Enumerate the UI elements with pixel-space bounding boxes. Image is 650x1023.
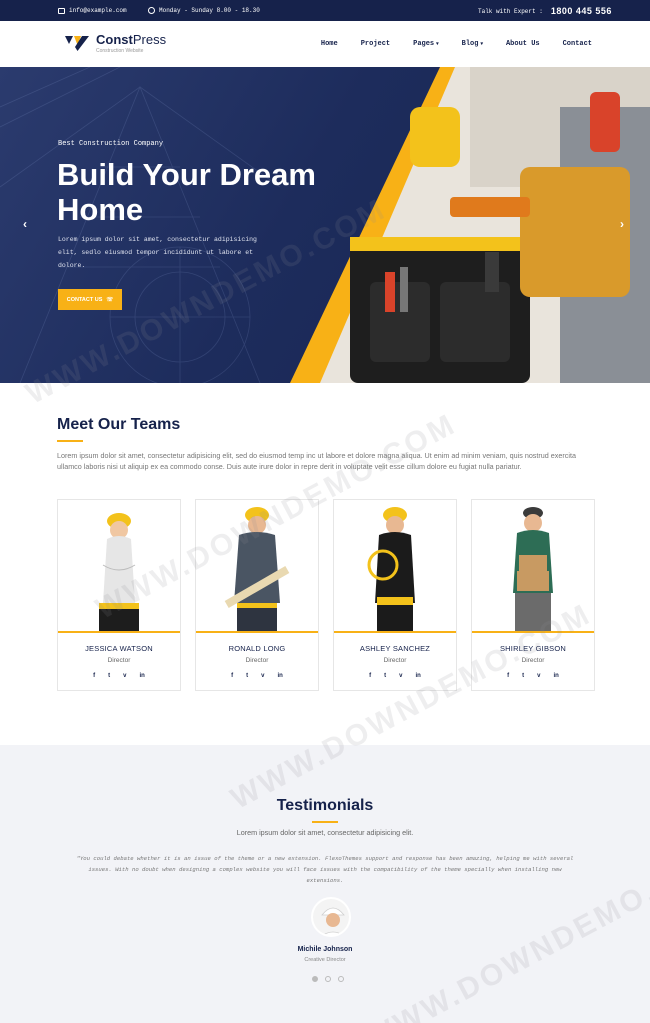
team-member-name: JESSICA WATSON <box>85 644 153 653</box>
testimonial-avatar <box>311 897 351 937</box>
testimonials-subtitle: Lorem ipsum dolor sit amet, consectetur … <box>236 828 414 837</box>
facebook-icon[interactable]: f <box>369 673 371 679</box>
twitter-icon[interactable]: t <box>246 673 248 679</box>
mail-icon <box>58 7 65 14</box>
phone-icon: ☏ <box>106 296 114 303</box>
vimeo-icon[interactable]: v <box>261 673 264 679</box>
topbar-hours: Monday - Sunday 8.00 - 18.30 <box>148 7 260 14</box>
top-bar: info@example.com Monday - Sunday 8.00 - … <box>0 0 650 21</box>
talk-label: Talk with Expert : <box>478 7 543 15</box>
team-member-photo <box>58 500 180 633</box>
hero-slider: Best Construction Company Build Your Dre… <box>0 67 650 383</box>
hero-eyebrow: Best Construction Company <box>58 140 164 148</box>
nav-item[interactable]: Project <box>361 40 390 48</box>
team-member-photo <box>196 500 318 633</box>
vimeo-icon[interactable]: v <box>123 673 126 679</box>
logo[interactable]: ConstPress Construction Website <box>64 32 166 54</box>
main-nav: Home Project Pages ▾ Blog ▾ About Us Contact <box>321 40 592 48</box>
nav-item[interactable]: Blog ▾ <box>462 40 483 48</box>
facebook-icon[interactable]: f <box>93 673 95 679</box>
hero-worker-image <box>290 67 650 383</box>
team-member-role: Director <box>245 657 269 664</box>
chevron-down-icon: ▾ <box>480 41 483 47</box>
team-cards: JESSICA WATSON Director f t v in RONALD LONG Di… <box>57 499 595 691</box>
carousel-dot[interactable] <box>312 976 318 982</box>
team-member-photo <box>334 500 456 633</box>
team-member-social: f t v in <box>472 673 594 679</box>
nav-item-label: Project <box>360 40 391 48</box>
team-member-social: f t v in <box>196 673 318 679</box>
testimonials-heading: Testimonials <box>276 797 374 814</box>
teams-heading: Meet Our Teams <box>57 416 181 433</box>
vimeo-icon[interactable]: v <box>399 673 402 679</box>
contact-us-label: CONTACT US <box>66 296 103 303</box>
team-card: RONALD LONG Director f t v in <box>195 499 319 691</box>
team-member-name: ASHLEY SANCHEZ <box>359 644 431 653</box>
team-card: JESSICA WATSON Director f t v in <box>57 499 181 691</box>
team-member-role: Director <box>107 657 131 664</box>
team-member-role: Director <box>521 657 545 664</box>
testimonials-section: Testimonials Lorem ipsum dolor sit amet,… <box>0 745 650 1023</box>
facebook-icon[interactable]: f <box>231 673 233 679</box>
nav-item[interactable]: Home <box>321 40 338 48</box>
twitter-icon[interactable]: t <box>108 673 110 679</box>
phone-number[interactable]: 1800 445 556 <box>551 6 612 16</box>
team-card: SHIRLEY GIBSON Director f t v in <box>471 499 595 691</box>
brand-name: ConstPress <box>96 32 167 47</box>
nav-item-label: Home <box>320 40 338 48</box>
linkedin-icon[interactable]: in <box>140 673 145 679</box>
nav-item-label: About Us <box>505 40 540 48</box>
logo-mark-icon <box>65 36 89 51</box>
slider-next-arrow-icon[interactable]: › <box>620 217 624 231</box>
topbar-email[interactable]: info@example.com <box>58 7 127 14</box>
hero-title: Build Your Dream Home <box>57 157 316 227</box>
vimeo-icon[interactable]: v <box>537 673 540 679</box>
linkedin-icon[interactable]: in <box>554 673 559 679</box>
person-icon <box>313 899 349 935</box>
testimonials-heading-underline <box>312 821 338 823</box>
slider-prev-arrow-icon[interactable]: ‹ <box>23 217 27 231</box>
testimonial-person-title: Creative Director <box>304 957 346 963</box>
nav-item[interactable]: Pages ▾ <box>413 40 439 48</box>
nav-item-label: Blog <box>461 40 479 48</box>
testimonial-person-name: Michile Johnson <box>297 946 353 953</box>
team-member-role: Director <box>383 657 407 664</box>
linkedin-icon[interactable]: in <box>278 673 283 679</box>
team-member-social: f t v in <box>334 673 456 679</box>
site-header: ConstPress Construction Website Home Proj… <box>0 21 650 67</box>
testimonial-quote: "You could debate whether it is an issue… <box>76 855 574 884</box>
nav-item[interactable]: About Us <box>506 40 540 48</box>
hero-lead: Lorem ipsum dolor sit amet, consectetur … <box>58 236 257 269</box>
team-member-photo <box>472 500 594 633</box>
hours-text: Monday - Sunday 8.00 - 18.30 <box>159 7 260 14</box>
twitter-icon[interactable]: t <box>522 673 524 679</box>
nav-item[interactable]: Contact <box>563 40 592 48</box>
nav-item-label: Pages <box>413 40 435 48</box>
teams-description: Lorem ipsum dolor sit amet, consectetur … <box>57 451 576 471</box>
clock-icon <box>148 7 155 14</box>
email-text: info@example.com <box>69 7 127 14</box>
teams-heading-underline <box>57 440 83 442</box>
topbar-phone[interactable]: Talk with Expert : 1800 445 556 <box>478 6 612 16</box>
carousel-dot[interactable] <box>338 976 344 982</box>
team-card: ASHLEY SANCHEZ Director f t v in <box>333 499 457 691</box>
team-member-name: RONALD LONG <box>228 644 286 653</box>
team-member-social: f t v in <box>58 673 180 679</box>
contact-us-button[interactable]: CONTACT US ☏ <box>58 289 122 310</box>
facebook-icon[interactable]: f <box>507 673 509 679</box>
chevron-down-icon: ▾ <box>436 41 439 47</box>
carousel-dots <box>312 976 344 982</box>
nav-item-label: Contact <box>562 40 592 48</box>
carousel-dot[interactable] <box>325 976 331 982</box>
twitter-icon[interactable]: t <box>384 673 386 679</box>
team-member-name: SHIRLEY GIBSON <box>499 644 566 653</box>
brand-tagline: Construction Website <box>96 48 144 54</box>
linkedin-icon[interactable]: in <box>416 673 421 679</box>
